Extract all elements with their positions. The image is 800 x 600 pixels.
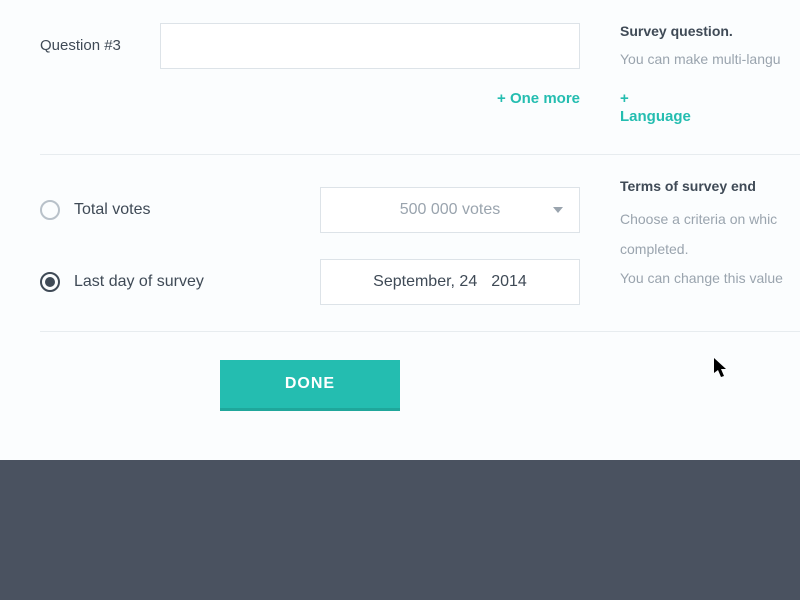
chevron-down-icon xyxy=(553,207,563,213)
votes-select[interactable]: 500 000 votes xyxy=(320,187,580,233)
criteria-help-title: Terms of survey end xyxy=(620,172,783,201)
question-help-body: You can make multi-langu xyxy=(620,48,800,72)
date-picker[interactable]: September, 24 2014 xyxy=(320,259,580,305)
page-footer xyxy=(0,460,800,600)
divider xyxy=(40,331,800,332)
done-button[interactable]: DONE xyxy=(220,360,400,408)
date-year: 2014 xyxy=(491,273,527,291)
criteria-help-line1: Choose a criteria on whic xyxy=(620,205,783,234)
question-input[interactable] xyxy=(160,23,580,69)
last-day-radio[interactable] xyxy=(40,272,60,292)
question-help-title: Survey question. xyxy=(620,20,800,44)
votes-select-value: 500 000 votes xyxy=(400,201,501,219)
date-month-day: September, 24 xyxy=(373,273,477,291)
question-label: Question #3 xyxy=(40,37,160,54)
one-more-link[interactable]: + One more xyxy=(497,90,580,107)
total-votes-radio[interactable] xyxy=(40,200,60,220)
criteria-help-line3: You can change this value xyxy=(620,264,783,293)
last-day-label: Last day of survey xyxy=(74,273,204,291)
total-votes-label: Total votes xyxy=(74,201,150,219)
language-link[interactable]: + Language xyxy=(620,90,691,125)
criteria-help-line2: completed. xyxy=(620,235,783,264)
divider xyxy=(40,154,800,155)
